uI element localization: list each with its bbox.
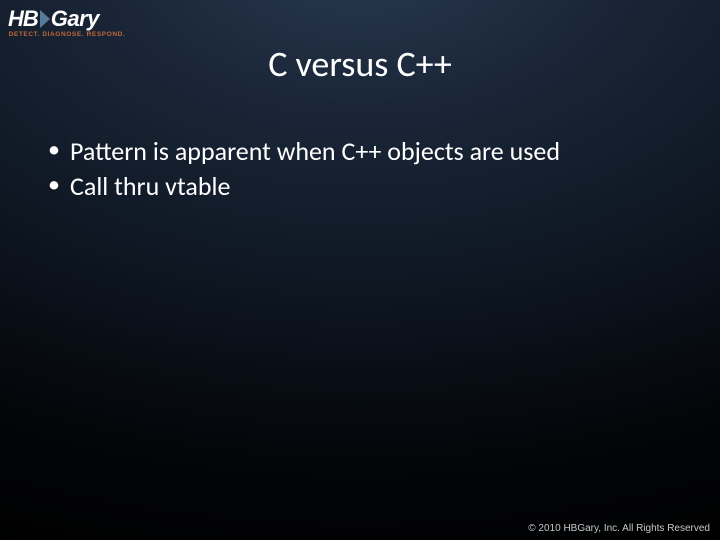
- bullet-list: Pattern is apparent when C++ objects are…: [42, 135, 678, 202]
- logo-prefix: HB: [8, 6, 38, 32]
- slide-title: C versus C++: [0, 42, 720, 86]
- hbgary-logo: HB Gary DETECT. DIAGNOSE. RESPOND.: [8, 6, 126, 38]
- arrow-icon: [40, 10, 50, 28]
- logo-main: HB Gary: [8, 6, 126, 32]
- logo-tagline: DETECT. DIAGNOSE. RESPOND.: [8, 31, 126, 38]
- copyright-footer: © 2010 HBGary, Inc. All Rights Reserved: [528, 523, 710, 534]
- logo-suffix: Gary: [51, 6, 99, 32]
- slide-content: Pattern is apparent when C++ objects are…: [42, 135, 678, 204]
- slide: HB Gary DETECT. DIAGNOSE. RESPOND. C ver…: [0, 0, 720, 540]
- list-item: Call thru vtable: [42, 170, 678, 203]
- list-item: Pattern is apparent when C++ objects are…: [42, 135, 678, 168]
